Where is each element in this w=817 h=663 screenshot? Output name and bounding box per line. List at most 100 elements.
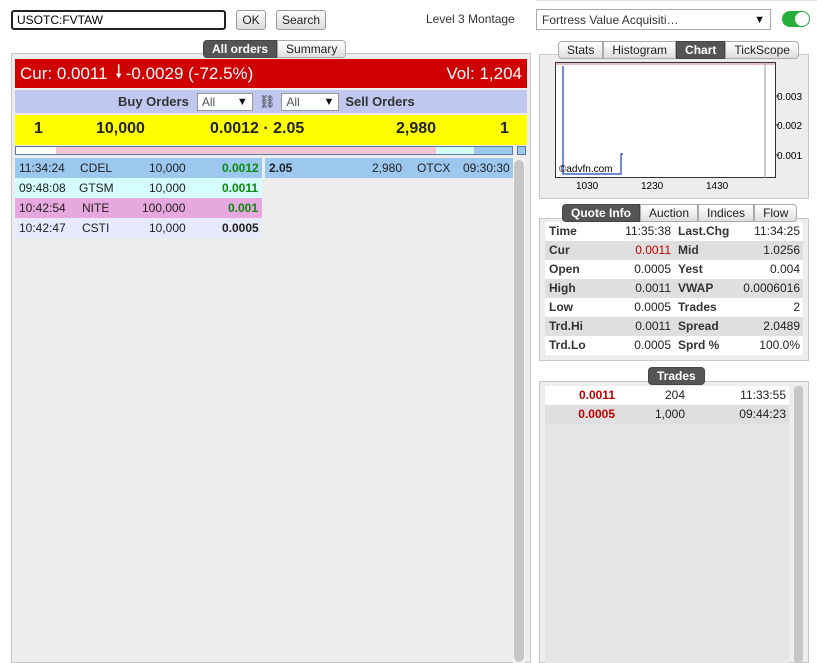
bid-price: 0.0012: [222, 161, 259, 175]
quote-value: 11:35:38: [625, 224, 671, 238]
bid-size: 10,000: [149, 221, 186, 235]
bid-count: 1: [34, 120, 43, 137]
trade-time: 11:33:55: [740, 388, 786, 402]
trade-time: 09:44:23: [739, 407, 786, 421]
bid-size: 10,000: [96, 120, 145, 137]
table-row[interactable]: 10:42:47 CSTI 10,000 0.0005: [15, 218, 513, 238]
quote-label: Sprd %: [678, 338, 720, 352]
x-tick-label: 1030: [576, 181, 599, 192]
tab-tickscope[interactable]: TickScope: [725, 41, 799, 59]
quote-label: Open: [549, 262, 580, 276]
tab-chart[interactable]: Chart: [676, 41, 726, 59]
quote-label: Low: [549, 300, 573, 314]
sell-filter-select[interactable]: All ▼: [281, 92, 340, 111]
quote-value: 2.0489: [763, 319, 800, 333]
bid-size: 100,000: [142, 201, 186, 215]
quote-label: Trd.Lo: [549, 338, 586, 352]
depth-segment: [474, 147, 512, 154]
top-divider: [536, 0, 817, 1]
quote-value: 0.0011: [635, 319, 671, 333]
quote-value: 0.0011: [635, 243, 671, 257]
ask-mm: OTCX: [417, 161, 451, 175]
orders-tabs: All orders Summary: [203, 40, 347, 58]
toggle-knob: [795, 12, 809, 26]
volume: Vol: 1,204: [446, 63, 522, 83]
tab-indices[interactable]: Indices: [698, 204, 755, 222]
ask-time: 09:30:30: [463, 161, 510, 175]
orders-scrollbar[interactable]: [514, 160, 524, 662]
quote-value: 0.0011: [635, 281, 671, 295]
quote-label: Cur: [549, 243, 570, 257]
depth-segment: [436, 147, 474, 154]
tab-quote-info[interactable]: Quote Info: [562, 204, 640, 222]
chart-tabs: Stats Histogram Chart TickScope: [558, 41, 799, 59]
tab-histogram[interactable]: Histogram: [603, 41, 677, 59]
link-icon[interactable]: ⛓: [259, 94, 276, 110]
x-tick-label: 1430: [706, 181, 729, 192]
quote-value: 0.0005: [634, 262, 671, 276]
chevron-down-icon: ▼: [236, 95, 248, 108]
company-select-value: Fortress Value Acquisiti…: [542, 12, 679, 27]
bid-time: 11:34:24: [19, 161, 65, 175]
quote-label: High: [549, 281, 576, 295]
quote-value: 1.0256: [763, 243, 800, 257]
buy-filter-select[interactable]: All ▼: [196, 92, 253, 111]
ask-price: 2.05: [269, 161, 293, 175]
quote-label: Trades: [678, 300, 717, 314]
tab-summary[interactable]: Summary: [277, 40, 347, 58]
trades-scrollbar[interactable]: [794, 386, 803, 663]
tab-flow[interactable]: Flow: [754, 204, 798, 222]
bid-size: 10,000: [149, 161, 186, 175]
depth-segment: [56, 147, 436, 154]
chart-watermark: ©advfn.com: [559, 164, 613, 175]
ask-row-bg[interactable]: 2.05 2,980 OTCX 09:30:30: [265, 158, 513, 178]
bid-mm: GTSM: [79, 181, 114, 195]
table-row[interactable]: 11:34:24 CDEL 10,000 0.0012 2.05 2,980 O…: [15, 158, 513, 178]
tab-all-orders[interactable]: All orders: [203, 40, 278, 58]
table-row[interactable]: 0.0011 204 11:33:55: [545, 386, 789, 405]
tab-trades[interactable]: Trades: [648, 367, 705, 385]
bid-mm: NITE: [82, 201, 110, 215]
table-row[interactable]: 10:42:54 NITE 100,000 0.001: [15, 198, 513, 218]
bid-mm: CSTI: [82, 221, 110, 235]
quote-label: Time: [549, 224, 577, 238]
quote-label: VWAP: [678, 281, 714, 295]
trade-size: 204: [664, 388, 685, 402]
bid-mm: CDEL: [80, 161, 113, 175]
current-price: Cur: 0.0011: [20, 63, 108, 83]
company-select[interactable]: Fortress Value Acquisiti… ▼: [536, 9, 771, 30]
tab-stats[interactable]: Stats: [558, 41, 604, 59]
trade-price: 0.0011: [578, 388, 615, 402]
buy-filter-value: All: [201, 94, 216, 109]
table-row[interactable]: 09:48:08 GTSM 10,000 0.0011: [15, 178, 513, 198]
depth-bar: [15, 146, 513, 155]
live-toggle[interactable]: [782, 11, 810, 27]
x-tick-label: 1230: [641, 181, 664, 192]
symbol-input[interactable]: [11, 10, 226, 30]
buy-orders-label: Buy Orders: [118, 94, 189, 109]
bid-time: 10:42:54: [19, 201, 66, 215]
quote-row: Time 11:35:38 Last.Chg 11:34:25: [545, 222, 803, 241]
chart-frame: [555, 62, 776, 178]
quote-row: Low 0.0005 Trades 2: [545, 298, 803, 317]
quote-value: 0.0006016: [743, 281, 800, 295]
bid-size: 10,000: [149, 181, 186, 195]
ok-button[interactable]: OK: [236, 10, 266, 30]
best-prices: 0.0012 · 2.05: [210, 120, 305, 137]
tab-auction[interactable]: Auction: [640, 204, 699, 222]
bid-time: 10:42:47: [19, 221, 66, 235]
table-row[interactable]: 0.0005 1,000 09:44:23: [545, 405, 789, 424]
chevron-down-icon: ▼: [323, 95, 335, 108]
quote-row: High 0.0011 VWAP 0.0006016: [545, 279, 803, 298]
best-bid-ask-bar: 1 10,000 0.0012 · 2.05 2,980 1: [15, 115, 527, 145]
y-tick-label: 0.002: [777, 121, 802, 132]
quote-label: Mid: [678, 243, 699, 257]
price-chart: 0.003 0.002 0.001 1030 1230 1430 ©advfn.…: [555, 62, 802, 192]
trade-price: 0.0005: [578, 407, 615, 421]
quote-tabs: Quote Info Auction Indices Flow: [562, 204, 798, 222]
search-button[interactable]: Search: [276, 10, 326, 30]
price-change: -0.0029 (-72.5%): [125, 63, 254, 83]
bid-price: 0.0011: [222, 181, 259, 195]
quote-value: 0.004: [769, 262, 800, 276]
bid-time: 09:48:08: [19, 181, 66, 195]
